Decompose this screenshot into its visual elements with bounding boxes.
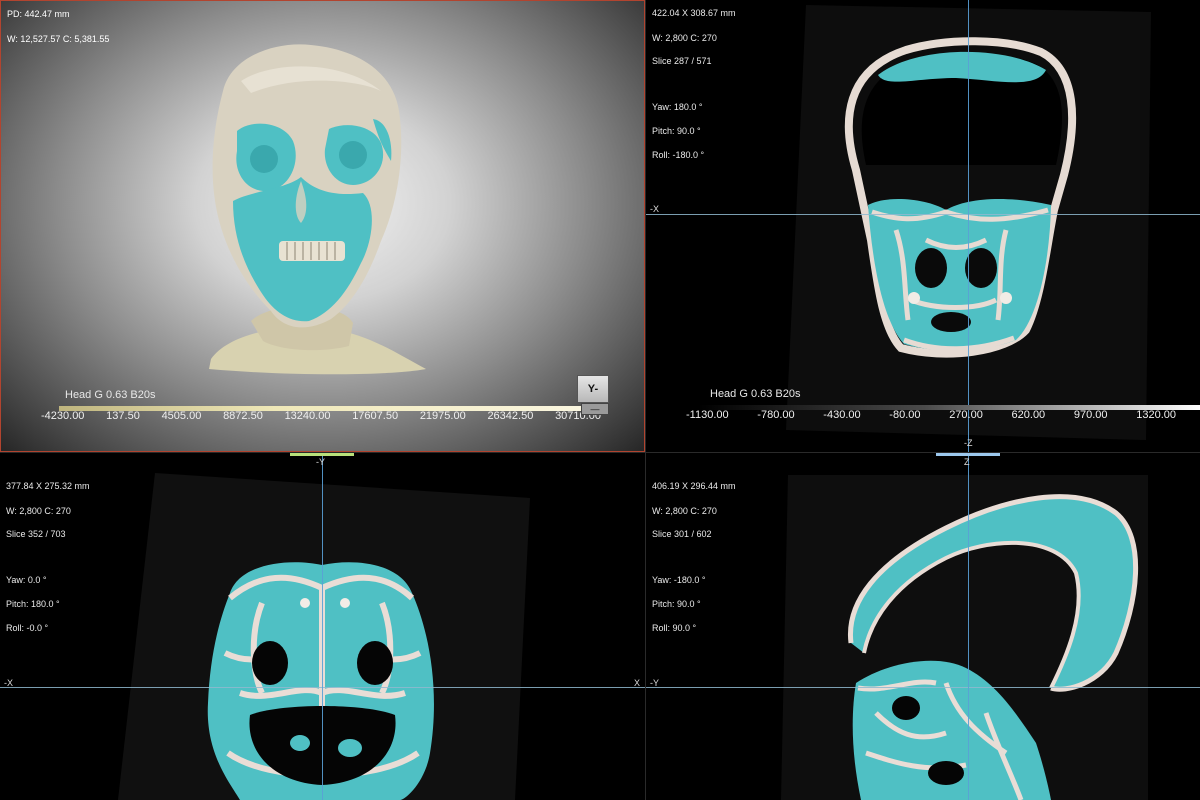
pd-readout: PD: 442.47 mm [7, 9, 70, 19]
axis-label-top: Z [964, 457, 970, 467]
viewport-marker [936, 453, 1000, 456]
tick-label: -80.00 [889, 409, 921, 421]
window-level-readout: W: 2,800 C: 270 [652, 506, 717, 516]
crosshair-horizontal[interactable] [646, 687, 1200, 688]
viewport-sagittal[interactable]: 406.19 X 296.44 mm W: 2,800 C: 270 Slice… [646, 453, 1200, 800]
slice-index-readout: Slice 287 / 571 [652, 56, 712, 66]
tick-label: 26342.50 [487, 410, 534, 422]
pitch-readout: Pitch: 180.0 ° [6, 599, 60, 609]
crosshair-vertical[interactable] [968, 0, 969, 452]
yaw-readout: Yaw: -180.0 ° [652, 575, 706, 585]
tick-label: -780.00 [757, 409, 795, 421]
roll-readout: Roll: -0.0 ° [6, 623, 49, 633]
axis-label-top: -Y [316, 457, 325, 467]
pitch-readout: Pitch: 90.0 ° [652, 599, 701, 609]
slice-size-readout: 377.84 X 275.32 mm [6, 481, 90, 491]
viewport-coronal[interactable]: 422.04 X 308.67 mm W: 2,800 C: 270 Slice… [646, 0, 1200, 452]
yaw-readout: Yaw: 0.0 ° [6, 575, 47, 585]
tick-label: 21975.00 [419, 410, 466, 422]
tick-label: 1320.00 [1136, 409, 1176, 421]
window-level-readout: W: 12,527.57 C: 5,381.55 [7, 34, 110, 44]
axis-label-left: -Y [650, 678, 659, 688]
axis-label-left: -X [650, 204, 659, 214]
viewport-active-marker [290, 453, 354, 456]
slice-size-readout: 422.04 X 308.67 mm [652, 8, 736, 18]
orientation-cube-bottom[interactable]: — [581, 403, 609, 415]
tick-label: 8872.50 [223, 410, 263, 422]
tick-label: 4505.00 [161, 410, 202, 422]
crosshair-horizontal[interactable] [646, 214, 1200, 215]
roll-readout: Roll: -180.0 ° [652, 150, 705, 160]
coronal-slice-image[interactable] [646, 0, 1200, 452]
crosshair-vertical[interactable] [322, 453, 323, 800]
volume-render[interactable] [1, 1, 644, 451]
axis-label-left: -X [4, 678, 13, 688]
tick-label: 17607.50 [352, 410, 399, 422]
slice-index-readout: Slice 301 / 602 [652, 529, 712, 539]
tick-label: -430.00 [823, 409, 861, 421]
window-level-readout: W: 2,800 C: 270 [652, 33, 717, 43]
tick-label: -1130.00 [686, 409, 729, 421]
slice-size-readout: 406.19 X 296.44 mm [652, 481, 736, 491]
colorbar-ticks: -4230.00 137.50 4505.00 8872.50 13240.00… [41, 410, 601, 422]
tick-label: -4230.00 [41, 410, 85, 422]
crosshair-vertical[interactable] [968, 453, 969, 800]
roll-readout: Roll: 90.0 ° [652, 623, 697, 633]
tick-label: 13240.00 [284, 410, 331, 422]
sagittal-slice-image[interactable] [646, 453, 1200, 800]
tick-label: 970.00 [1073, 409, 1108, 421]
viewport-3d-render[interactable]: PD: 442.47 mm W: 12,527.57 C: 5,381.55 H… [0, 0, 645, 452]
tick-label: 137.50 [106, 410, 140, 422]
viewport-axial[interactable]: 377.84 X 275.32 mm W: 2,800 C: 270 Slice… [0, 453, 645, 800]
axis-label-right: X [634, 678, 641, 688]
pitch-readout: Pitch: 90.0 ° [652, 126, 701, 136]
colorbar-ticks: -1130.00 -780.00 -430.00 -80.00 270.00 6… [686, 409, 1176, 421]
viewport-divider-vertical[interactable] [645, 0, 646, 800]
tick-label: 270.00 [949, 409, 983, 421]
orientation-cube[interactable]: Y- — [577, 375, 611, 417]
viewport-divider-horizontal[interactable] [0, 452, 1200, 453]
slice-index-readout: Slice 352 / 703 [6, 529, 66, 539]
orientation-cube-face[interactable]: Y- [577, 375, 609, 403]
series-label: Head G 0.63 B20s [65, 389, 156, 401]
window-level-readout: W: 2,800 C: 270 [6, 506, 71, 516]
axis-label-bottom: -Z [964, 438, 973, 448]
series-label: Head G 0.63 B20s [710, 388, 801, 400]
yaw-readout: Yaw: 180.0 ° [652, 102, 703, 112]
tick-label: 620.00 [1011, 409, 1046, 421]
